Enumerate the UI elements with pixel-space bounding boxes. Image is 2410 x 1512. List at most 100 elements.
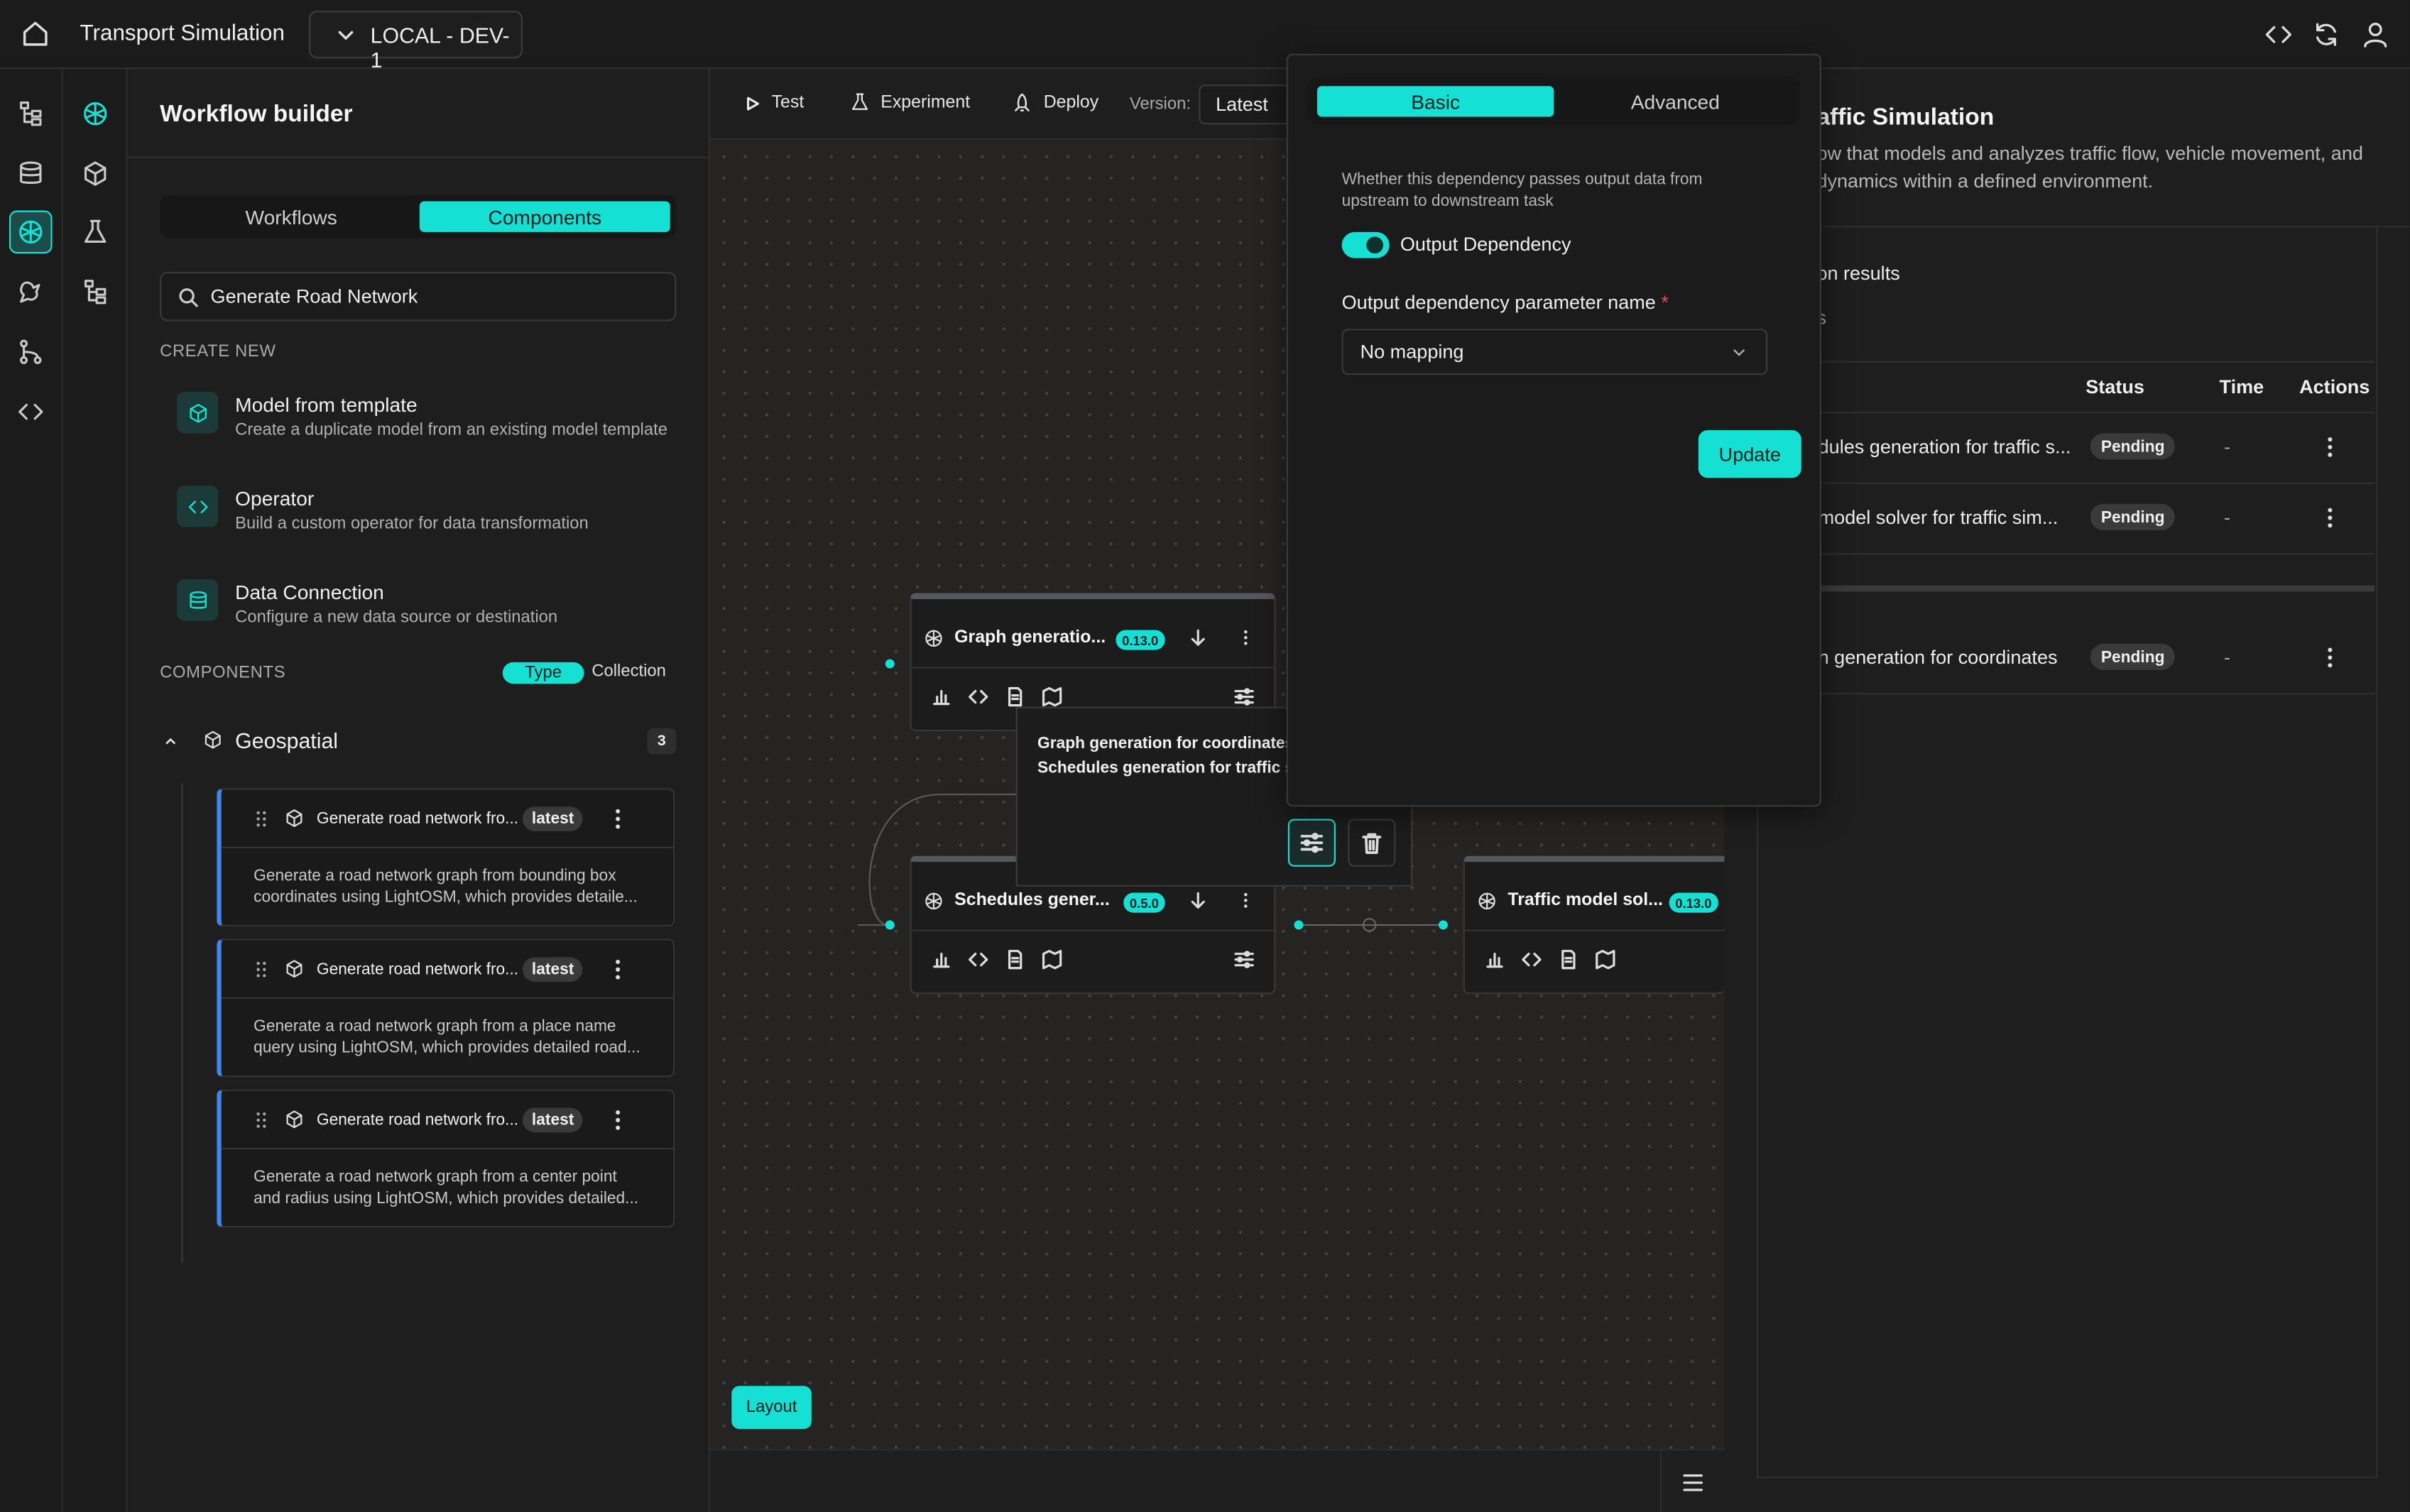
tab-basic[interactable]: Basic bbox=[1316, 86, 1554, 117]
group-header-geospatial[interactable]: Geospatial 3 bbox=[160, 723, 677, 760]
more-options-icon[interactable] bbox=[2326, 505, 2335, 530]
more-options-icon[interactable] bbox=[1242, 891, 1250, 909]
cube-icon bbox=[176, 391, 219, 434]
brain-icon[interactable] bbox=[77, 95, 114, 132]
tab-workflows[interactable]: Workflows bbox=[166, 202, 417, 232]
version-badge: latest bbox=[522, 957, 584, 982]
version-badge: latest bbox=[522, 1107, 584, 1133]
table-row[interactable]: model solver for traffic sim... Pending … bbox=[1818, 484, 2375, 555]
more-options-icon[interactable] bbox=[1242, 628, 1250, 647]
refresh-icon[interactable] bbox=[2311, 20, 2340, 49]
database-icon[interactable] bbox=[12, 155, 49, 192]
component-card[interactable]: Generate road network fro... latest Gene… bbox=[217, 788, 675, 927]
card-description-line: Generate a road network graph from a cen… bbox=[253, 1168, 617, 1186]
flask-icon[interactable] bbox=[77, 214, 114, 251]
create-data-connection[interactable]: Data Connection Configure a new data sou… bbox=[176, 576, 684, 647]
create-item-subtitle: Build a custom operator for data transfo… bbox=[235, 515, 589, 534]
tree-structure-icon[interactable] bbox=[12, 95, 49, 132]
task-name: n generation for coordinates bbox=[1818, 647, 2058, 669]
task-name: dules generation for traffic s... bbox=[1818, 436, 2071, 459]
code-icon[interactable] bbox=[2264, 20, 2293, 49]
map-icon[interactable] bbox=[1042, 950, 1062, 970]
arrow-down-icon[interactable] bbox=[1189, 628, 1206, 647]
group-by-type[interactable]: Type bbox=[502, 662, 584, 684]
arrow-down-icon[interactable] bbox=[1189, 891, 1206, 909]
table-row[interactable]: dules generation for traffic s... Pendin… bbox=[1818, 413, 2375, 484]
home-icon[interactable] bbox=[20, 18, 50, 49]
help-text: Whether this dependency passes output da… bbox=[1342, 169, 1703, 212]
node-actions bbox=[911, 929, 1275, 988]
drag-handle-icon[interactable] bbox=[255, 810, 267, 828]
top-bar: Transport Simulation LOCAL - DEV-1 bbox=[0, 0, 2410, 72]
cube-icon[interactable] bbox=[77, 155, 114, 192]
environment-select[interactable]: LOCAL - DEV-1 bbox=[309, 11, 523, 72]
sliders-icon[interactable] bbox=[1234, 950, 1254, 970]
create-model-from-template[interactable]: Model from template Create a duplicate m… bbox=[176, 389, 684, 460]
card-description: Generate a road network graph from a pla… bbox=[253, 1016, 640, 1059]
tab-advanced[interactable]: Advanced bbox=[1557, 86, 1794, 116]
user-icon[interactable] bbox=[2361, 20, 2390, 49]
parameter-name-select[interactable]: No mapping bbox=[1341, 329, 1768, 376]
code-icon[interactable] bbox=[1522, 950, 1542, 970]
document-icon[interactable] bbox=[1005, 950, 1025, 970]
more-options-icon[interactable] bbox=[2326, 645, 2335, 670]
workflow-node[interactable]: Traffic model sol... 0.13.0 bbox=[1463, 855, 1725, 995]
model-icon[interactable] bbox=[12, 273, 49, 310]
description-line: ow that models and analyzes traffic flow… bbox=[1816, 143, 2363, 165]
chart-icon[interactable] bbox=[932, 950, 952, 970]
tab-components[interactable]: Components bbox=[419, 201, 670, 232]
sliders-icon[interactable] bbox=[1234, 687, 1254, 707]
drag-handle-icon[interactable] bbox=[255, 960, 267, 979]
map-icon[interactable] bbox=[1042, 686, 1062, 707]
table-row[interactable]: n generation for coordinates Pending - bbox=[1818, 624, 2375, 695]
code-brackets-icon[interactable] bbox=[12, 393, 49, 430]
output-dependency-toggle[interactable] bbox=[1341, 231, 1390, 258]
code-icon[interactable] bbox=[969, 687, 988, 707]
column-time: Time bbox=[2219, 376, 2264, 398]
more-options-icon[interactable] bbox=[2326, 435, 2335, 460]
node-version-badge: 0.13.0 bbox=[1116, 630, 1165, 650]
components-heading: COMPONENTS bbox=[160, 664, 286, 683]
edge-delete-button[interactable] bbox=[1348, 818, 1396, 867]
input-port[interactable] bbox=[885, 920, 895, 930]
component-card[interactable]: Generate road network fro... latest Gene… bbox=[217, 938, 675, 1078]
output-port[interactable] bbox=[1294, 920, 1304, 930]
canvas-bottom-bar bbox=[709, 1449, 1725, 1512]
map-icon[interactable] bbox=[1596, 950, 1615, 970]
input-port[interactable] bbox=[1438, 920, 1448, 930]
group-count-badge: 3 bbox=[647, 728, 677, 755]
more-options-icon[interactable] bbox=[614, 806, 623, 831]
workflow-brain-icon[interactable] bbox=[9, 210, 53, 254]
card-description: Generate a road network graph from a cen… bbox=[253, 1166, 638, 1210]
chart-icon[interactable] bbox=[1485, 950, 1505, 970]
document-icon[interactable] bbox=[1559, 950, 1579, 970]
help-text-line: upstream to downstream task bbox=[1341, 192, 1554, 211]
input-port[interactable] bbox=[885, 659, 895, 669]
create-item-subtitle: Configure a new data source or destinati… bbox=[235, 608, 558, 628]
task-time: - bbox=[2224, 507, 2231, 529]
group-by-collection[interactable]: Collection bbox=[591, 662, 666, 681]
secondary-rail bbox=[62, 69, 128, 1512]
chevron-up-icon bbox=[165, 735, 177, 747]
document-icon[interactable] bbox=[1005, 686, 1025, 707]
component-card[interactable]: Generate road network fro... latest Gene… bbox=[217, 1089, 675, 1228]
more-options-icon[interactable] bbox=[614, 957, 623, 982]
column-actions: Actions bbox=[2299, 376, 2370, 398]
more-options-icon[interactable] bbox=[614, 1108, 623, 1133]
edge-settings-button[interactable] bbox=[1287, 818, 1336, 867]
chart-icon[interactable] bbox=[932, 687, 952, 707]
tooltip-line: Schedules generation for traffic s bbox=[1037, 759, 1294, 778]
search-value: Generate Road Network bbox=[210, 285, 418, 307]
menu-icon[interactable] bbox=[1681, 1472, 1704, 1494]
hierarchy-icon[interactable] bbox=[77, 273, 114, 310]
update-button[interactable]: Update bbox=[1698, 430, 1801, 478]
git-branch-icon[interactable] bbox=[12, 334, 49, 371]
drag-handle-icon[interactable] bbox=[255, 1111, 267, 1129]
task-time: - bbox=[2224, 436, 2231, 459]
search-input[interactable]: Generate Road Network bbox=[160, 272, 677, 322]
create-operator[interactable]: Operator Build a custom operator for dat… bbox=[176, 483, 684, 554]
cube-icon bbox=[203, 730, 223, 750]
card-header: Generate road network fro... latest bbox=[221, 1091, 674, 1150]
layout-button[interactable]: Layout bbox=[731, 1386, 812, 1429]
code-icon[interactable] bbox=[969, 950, 988, 970]
